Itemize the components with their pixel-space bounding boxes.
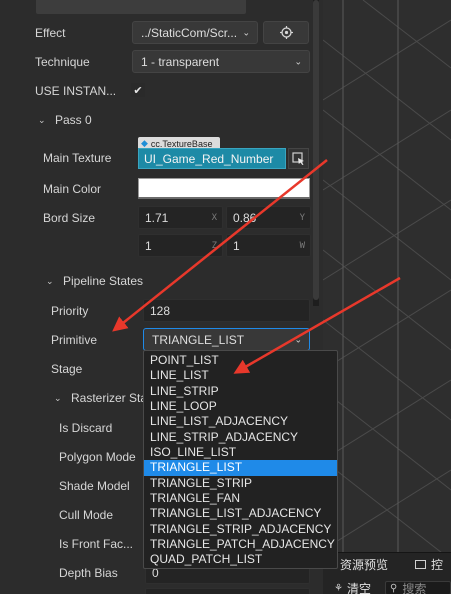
bord-size-z-input[interactable]: 1 Z xyxy=(138,234,223,257)
polygon-mode-label: Polygon Mode xyxy=(59,450,136,464)
effect-label: Effect xyxy=(35,26,66,40)
bord-size-z-value: 1 xyxy=(145,238,152,253)
tab-console[interactable]: 控 xyxy=(415,553,443,575)
chevron-down-icon: ⌄ xyxy=(294,56,302,66)
technique-select[interactable]: 1 - transparent ⌄ xyxy=(132,50,310,73)
axis-w-label: W xyxy=(299,240,305,251)
texture-pick-button[interactable] xyxy=(288,148,309,169)
texture-type-text: cc.TextureBase xyxy=(150,138,213,149)
cull-mode-label: Cull Mode xyxy=(59,508,114,522)
rasterizer-states-label: Rasterizer Sta xyxy=(71,391,148,405)
main-texture-value: UI_Game_Red_Number xyxy=(144,151,274,166)
dropdown-option[interactable]: TRIANGLE_STRIP_ADJACENCY xyxy=(144,522,337,537)
technique-value: 1 - transparent xyxy=(141,54,220,69)
primitive-select[interactable]: TRIANGLE_LIST ⌄ xyxy=(143,328,310,351)
effect-locate-button[interactable] xyxy=(263,21,309,44)
main-color-swatch[interactable] xyxy=(138,178,310,199)
tab-assets-preview-label: 资源预览 xyxy=(340,557,389,572)
primitive-value: TRIANGLE_LIST xyxy=(152,332,245,347)
dropdown-option[interactable]: TRIANGLE_LIST_ADJACENCY xyxy=(144,506,337,521)
effect-select[interactable]: ../StaticCom/Scr... ⌄ xyxy=(132,21,258,44)
priority-input[interactable]: 128 xyxy=(143,299,310,322)
search-icon: ⚲ xyxy=(390,582,398,594)
main-texture-field[interactable]: UI_Game_Red_Number xyxy=(138,148,286,169)
target-icon xyxy=(279,26,293,39)
dropdown-option[interactable]: TRIANGLE_PATCH_ADJACENCY xyxy=(144,537,337,552)
bord-size-x-input[interactable]: 1.71 X xyxy=(138,206,223,229)
pass-collapse-icon[interactable]: ⌄ xyxy=(38,115,46,126)
priority-value: 128 xyxy=(150,303,171,318)
rasterizer-collapse-icon[interactable]: ⌄ xyxy=(54,393,62,404)
inspector-scrollbar-thumb[interactable] xyxy=(313,0,319,300)
primitive-dropdown-list: POINT_LIST LINE_LIST LINE_STRIP LINE_LOOP LI… xyxy=(143,350,338,569)
stage-label: Stage xyxy=(51,362,83,376)
dropdown-option[interactable]: POINT_LIST xyxy=(144,353,337,368)
main-texture-label: Main Texture xyxy=(43,151,112,165)
chevron-down-icon: ⌄ xyxy=(294,334,302,344)
priority-label: Priority xyxy=(51,304,89,318)
clear-label: 清空 xyxy=(346,581,371,594)
technique-label: Technique xyxy=(35,55,90,69)
bord-size-y-input[interactable]: 0.86 Y xyxy=(226,206,311,229)
dropdown-option[interactable]: TRIANGLE_LIST xyxy=(144,460,337,476)
bottom-panel: 资源预览 控 ⚘ 清空 ⚲ 搜索 xyxy=(323,552,451,594)
color-alpha-strip xyxy=(138,197,310,199)
pick-icon xyxy=(292,152,304,165)
use-instancing-checkbox[interactable]: ✔ xyxy=(131,83,145,97)
use-instancing-label: USE INSTAN... xyxy=(35,84,117,98)
dropdown-option[interactable]: LINE_LIST xyxy=(144,368,337,383)
tab-console-label: 控 xyxy=(431,557,444,572)
dropdown-option[interactable]: LINE_STRIP xyxy=(144,384,337,399)
dropdown-option[interactable]: LINE_LIST_ADJACENCY xyxy=(144,414,337,429)
bord-size-w-value: 1 xyxy=(233,238,240,253)
bord-size-w-input[interactable]: 1 W xyxy=(226,234,311,257)
main-color-label: Main Color xyxy=(43,182,102,196)
depth-bias-label: Depth Bias xyxy=(59,566,118,580)
chevron-down-icon: ⌄ xyxy=(242,27,250,37)
search-placeholder: 搜索 xyxy=(402,581,427,594)
dropdown-option[interactable]: TRIANGLE_STRIP xyxy=(144,476,337,491)
dropdown-option[interactable]: LINE_LOOP xyxy=(144,399,337,414)
bord-size-label: Bord Size xyxy=(43,211,96,225)
dropdown-option[interactable]: ISO_LINE_LIST xyxy=(144,445,337,460)
axis-y-label: Y xyxy=(299,212,305,223)
pipeline-states-label: Pipeline States xyxy=(63,274,144,288)
clear-button[interactable]: ⚘ 清空 xyxy=(334,581,371,594)
is-discard-label: Is Discard xyxy=(59,421,113,435)
scene-view[interactable] xyxy=(323,0,451,555)
scene-grid xyxy=(323,0,451,555)
bord-size-y-value: 0.86 xyxy=(233,210,257,225)
dropdown-option[interactable]: QUAD_PATCH_LIST xyxy=(144,552,337,567)
broom-icon: ⚘ xyxy=(334,582,343,594)
dropdown-option[interactable]: TRIANGLE_FAN xyxy=(144,491,337,506)
pipeline-collapse-icon[interactable]: ⌄ xyxy=(46,276,54,287)
axis-x-label: X xyxy=(211,212,217,223)
next-row-input[interactable] xyxy=(145,588,310,594)
check-icon: ✔ xyxy=(133,84,143,97)
primitive-label: Primitive xyxy=(51,333,98,347)
shade-model-label: Shade Model xyxy=(59,479,130,493)
axis-z-label: Z xyxy=(211,240,217,251)
is-front-face-label: Is Front Fac... xyxy=(59,537,134,551)
top-scroll-indicator xyxy=(36,0,246,14)
bord-size-x-value: 1.71 xyxy=(145,210,169,225)
effect-value: ../StaticCom/Scr... xyxy=(141,25,238,40)
search-input[interactable]: ⚲ 搜索 xyxy=(385,581,451,594)
pass-label: Pass 0 xyxy=(55,113,92,127)
console-icon xyxy=(415,559,426,569)
dropdown-option[interactable]: LINE_STRIP_ADJACENCY xyxy=(144,430,337,445)
